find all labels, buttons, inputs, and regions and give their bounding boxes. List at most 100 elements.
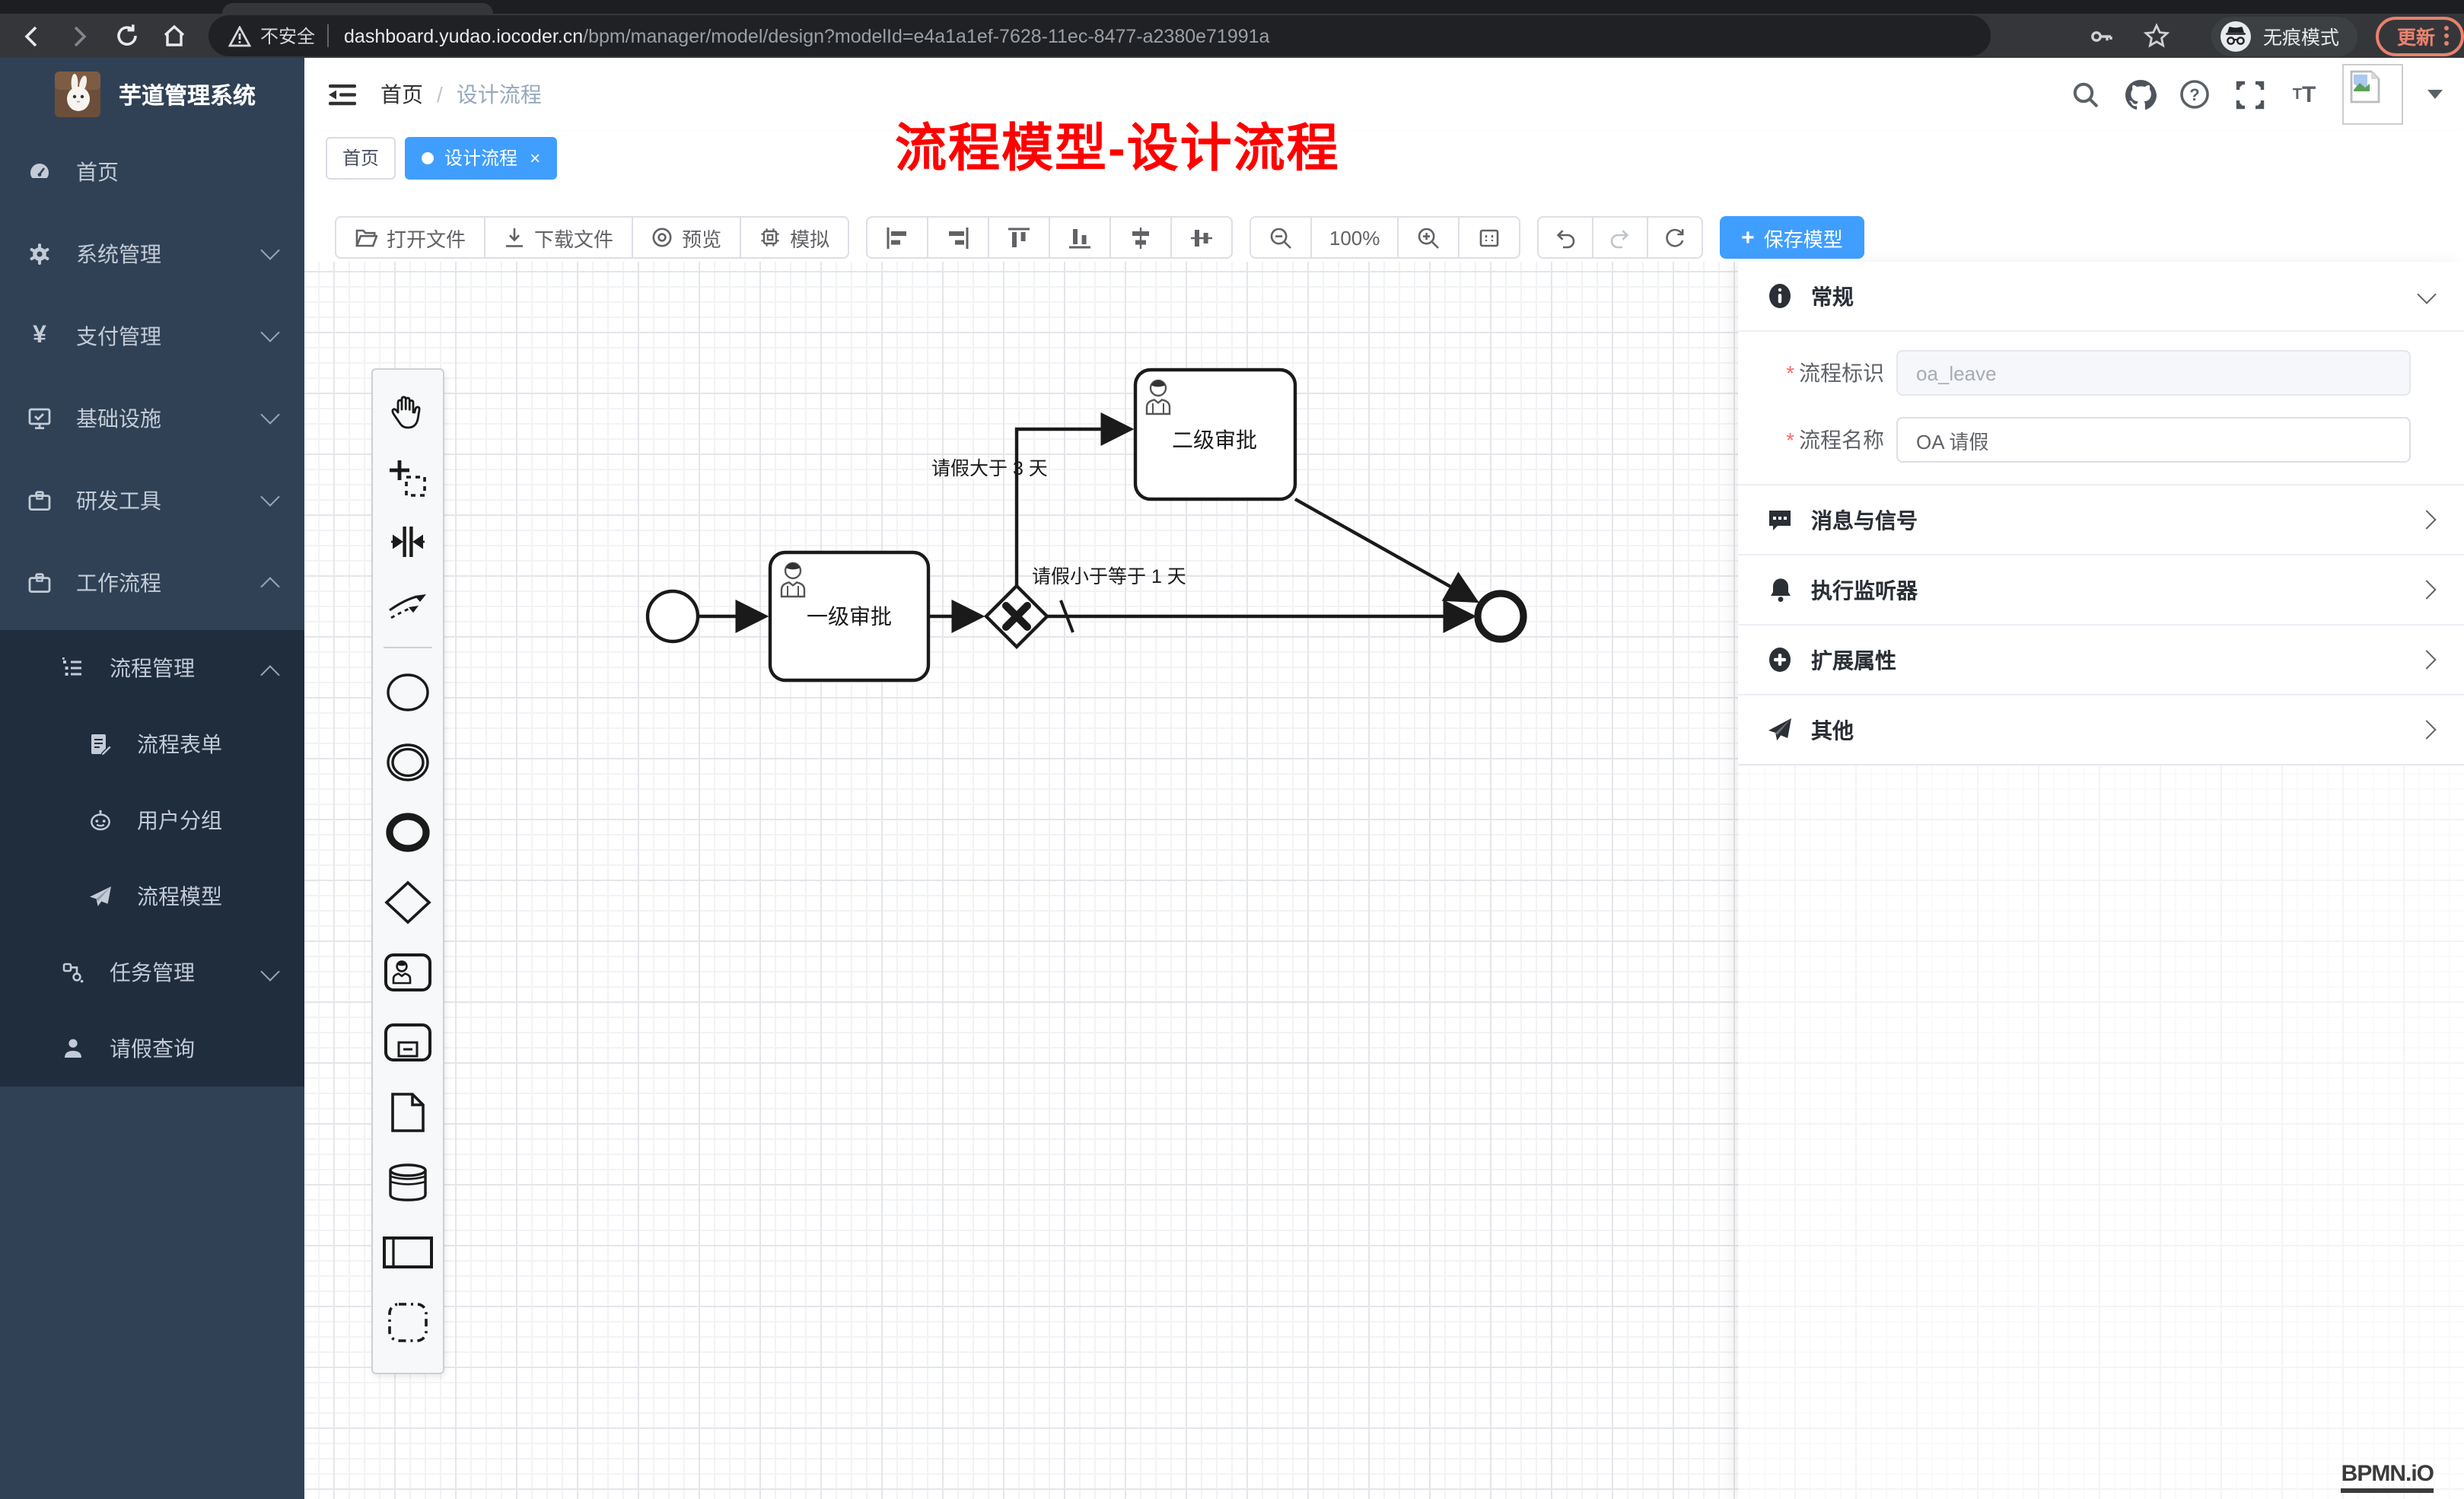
browser-chrome: 不安全 dashboard.yudao.iocoder.cn/bpm/manag… (0, 0, 2464, 58)
sidebar-item-label: 工作流程 (76, 568, 161, 598)
redo-button[interactable] (1592, 216, 1648, 259)
section-extended-attributes[interactable]: 扩展属性 (1738, 625, 2464, 695)
end-event[interactable] (1478, 594, 1523, 639)
chevron-up-icon (260, 665, 279, 684)
bell-icon (1767, 577, 1793, 603)
bpmn-io-watermark[interactable]: BPMN.iO (2341, 1461, 2434, 1493)
button-label: 下载文件 (534, 223, 613, 252)
undo-button[interactable] (1537, 216, 1593, 259)
user-task-level2[interactable]: 二级审批 (1135, 370, 1295, 499)
back-button[interactable] (15, 19, 49, 53)
sidebar-item-home[interactable]: 首页 (0, 131, 304, 213)
section-title: 常规 (1811, 281, 1854, 311)
browser-active-tab[interactable] (222, 3, 493, 14)
sidebar-item-devtools[interactable]: 研发工具 (0, 460, 304, 542)
process-key-input[interactable] (1896, 350, 2411, 396)
align-top-button[interactable] (988, 216, 1050, 259)
flow-gateway-to-task2[interactable] (1017, 429, 1131, 586)
zoom-level-button[interactable]: 100% (1310, 216, 1399, 259)
sidebar-item-label: 流程模型 (137, 881, 222, 912)
zoom-button-group: 100% (1250, 216, 1520, 259)
forward-button[interactable] (62, 19, 96, 53)
task1-label: 一级审批 (807, 605, 892, 629)
zoom-fit-button[interactable] (1458, 216, 1520, 259)
start-event[interactable] (648, 591, 698, 641)
field-label: *流程名称 (1738, 425, 1884, 455)
chevron-down-icon (260, 962, 279, 981)
tab-home[interactable]: 首页 (326, 136, 396, 179)
sidebar-item-process-model[interactable]: 流程模型 (0, 858, 304, 934)
sidebar-item-leave-query[interactable]: 请假查询 (0, 1010, 304, 1087)
user-task-level1[interactable]: 一级审批 (770, 552, 928, 680)
password-key-icon[interactable] (2085, 19, 2119, 53)
reset-button[interactable] (1647, 216, 1703, 259)
section-execution-listener[interactable]: 执行监听器 (1738, 555, 2464, 625)
sidebar-item-payment[interactable]: ¥ 支付管理 (0, 295, 304, 377)
simulate-button[interactable]: 模拟 (740, 216, 849, 259)
help-icon[interactable]: ? (2178, 78, 2211, 111)
sidebar-item-label: 支付管理 (76, 321, 161, 352)
fullscreen-icon[interactable] (2233, 78, 2266, 111)
chevron-down-icon (260, 405, 279, 424)
process-name-input[interactable] (1896, 417, 2411, 463)
align-center-button[interactable] (1170, 216, 1233, 259)
url-path: /bpm/manager/model/design?modelId=e4a1a1… (583, 25, 1269, 46)
bpmn-canvas[interactable]: 一级审批 二级审批 请 (304, 262, 2464, 1499)
breadcrumb-home[interactable]: 首页 (380, 79, 423, 110)
screenshot-annotation: 流程模型-设计流程 (895, 107, 1340, 181)
zoom-in-button[interactable] (1397, 216, 1460, 259)
update-label: 更新 (2397, 21, 2435, 50)
avatar-dropdown-caret[interactable] (2427, 90, 2443, 99)
field-label: *流程标识 (1738, 358, 1884, 388)
section-other[interactable]: 其他 (1738, 695, 2464, 764)
sidebar-item-infra[interactable]: 基础设施 (0, 377, 304, 460)
sidebar-item-label: 首页 (76, 157, 119, 187)
search-icon[interactable] (2068, 78, 2102, 111)
home-button[interactable] (157, 19, 190, 53)
document-edit-icon (88, 732, 113, 756)
sidebar-item-user-group[interactable]: 用户分组 (0, 782, 304, 858)
tab-design-process[interactable]: 设计流程 × (405, 136, 557, 179)
chevron-down-icon (260, 323, 279, 342)
sidebar-item-system[interactable]: 系统管理 (0, 213, 304, 295)
open-file-button[interactable]: 打开文件 (335, 216, 485, 259)
address-bar[interactable]: 不安全 dashboard.yudao.iocoder.cn/bpm/manag… (209, 15, 1991, 56)
sidebar-logo[interactable]: 芋道管理系统 (0, 58, 304, 131)
sidebar-item-process-form[interactable]: 流程表单 (0, 706, 304, 782)
align-left-button[interactable] (866, 216, 928, 259)
incognito-badge: 无痕模式 (2211, 16, 2357, 56)
zoom-out-button[interactable] (1250, 216, 1312, 259)
sidebar-item-task-mgmt[interactable]: 任务管理 (0, 934, 304, 1010)
chevron-down-icon (260, 487, 279, 506)
logo-image (55, 72, 100, 117)
sidebar-item-workflow[interactable]: 工作流程 (0, 542, 304, 624)
reload-button[interactable] (110, 19, 143, 53)
exclusive-gateway[interactable] (986, 586, 1047, 647)
sidebar-item-process-mgmt[interactable]: 流程管理 (0, 630, 304, 706)
github-icon[interactable] (2123, 78, 2157, 111)
align-right-button[interactable] (927, 216, 989, 259)
flow-label-le1day[interactable]: 请假小于等于 1 天 (1032, 566, 1186, 587)
save-model-button[interactable]: + 保存模型 (1720, 216, 1864, 259)
flow-label-gt3days[interactable]: 请假大于 3 天 (931, 458, 1048, 479)
align-bottom-button[interactable] (1049, 216, 1111, 259)
browser-update-button[interactable]: 更新 (2376, 16, 2464, 56)
sidebar-item-label: 基础设施 (76, 403, 161, 434)
gear-icon (27, 242, 52, 266)
bookmark-star-icon[interactable] (2140, 19, 2173, 53)
sidebar-collapse-button[interactable] (326, 78, 359, 111)
section-general[interactable]: 常规 (1738, 262, 2464, 332)
align-middle-button[interactable] (1109, 216, 1172, 259)
flow-task2-to-end[interactable] (1295, 499, 1476, 601)
font-size-icon[interactable]: TT (2287, 78, 2321, 111)
chevron-right-icon (2417, 580, 2436, 599)
tags-view-bar: 首页 设计流程 × (304, 131, 2464, 186)
section-title: 其他 (1811, 714, 1854, 745)
browser-menu-icon[interactable] (2444, 26, 2449, 46)
preview-button[interactable]: 预览 (632, 216, 741, 259)
download-file-button[interactable]: 下载文件 (484, 216, 633, 259)
avatar[interactable] (2342, 64, 2403, 125)
close-icon[interactable]: × (530, 148, 540, 167)
process-name-row: *流程名称 (1738, 417, 2464, 463)
section-message-signal[interactable]: 消息与信号 (1738, 485, 2464, 555)
